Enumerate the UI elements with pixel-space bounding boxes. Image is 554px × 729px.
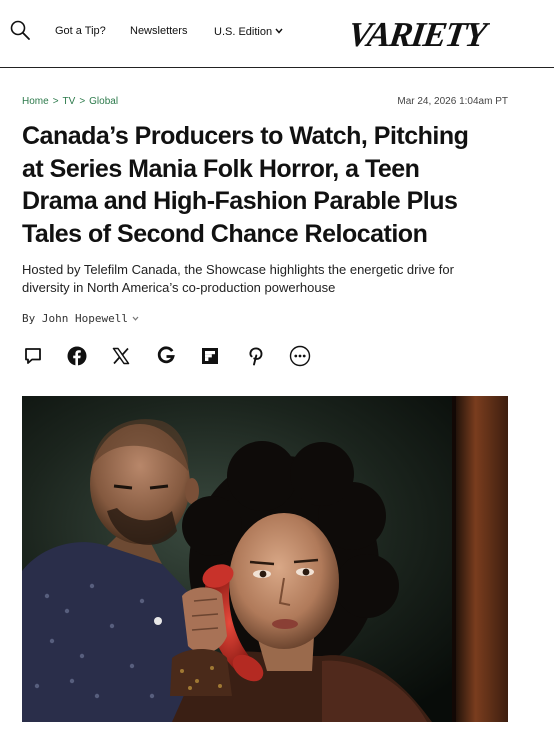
subhead-line: diversity in North America’s co-producti…	[22, 280, 336, 295]
google-icon[interactable]	[155, 345, 177, 367]
logo-text: VARIETY	[350, 15, 490, 54]
chevron-down-icon[interactable]	[132, 311, 139, 324]
facebook-icon[interactable]	[66, 345, 88, 367]
headline-line: Drama and High-Fashion Parable Plus	[22, 187, 458, 215]
hero-image	[22, 396, 508, 722]
more-icon[interactable]	[289, 345, 311, 367]
byline-prefix: By	[22, 312, 36, 325]
article-subhead: Hosted by Telefilm Canada, the Showcase …	[22, 261, 522, 297]
breadcrumb-home[interactable]: Home	[22, 96, 49, 107]
author-link[interactable]: John Hopewell	[42, 312, 128, 325]
byline: By John Hopewell	[22, 311, 139, 325]
headline-line: Tales of Second Chance Relocation	[22, 219, 428, 248]
headline-line: Canada’s Producers to Watch, Pitching	[22, 122, 469, 150]
publish-date: Mar 24, 2026 1:04am PT	[397, 96, 508, 107]
newsletters-link[interactable]: Newsletters	[130, 25, 187, 37]
got-a-tip-link[interactable]: Got a Tip?	[55, 25, 106, 37]
breadcrumb: Home > TV > Global	[22, 96, 118, 107]
subhead-line: Hosted by Telefilm Canada, the Showcase …	[22, 262, 454, 277]
edition-selector[interactable]: U.S. Edition	[214, 25, 283, 38]
comment-icon[interactable]	[22, 345, 44, 367]
chevron-down-icon	[275, 25, 283, 37]
flipboard-icon[interactable]	[199, 345, 221, 367]
breadcrumb-separator: >	[52, 96, 59, 107]
breadcrumb-global[interactable]: Global	[89, 96, 118, 107]
breadcrumb-tv[interactable]: TV	[63, 96, 76, 107]
pinterest-icon[interactable]	[245, 345, 267, 367]
variety-logo[interactable]: VARIETY	[346, 10, 493, 54]
search-icon[interactable]	[9, 19, 31, 41]
x-icon[interactable]	[110, 345, 132, 367]
edition-label: U.S. Edition	[214, 26, 273, 38]
site-header: Got a Tip? Newsletters U.S. Edition VARI…	[0, 0, 554, 68]
breadcrumb-separator: >	[79, 96, 86, 107]
headline-line: at Series Mania Folk Horror, a Teen	[22, 154, 420, 183]
article-headline: Canada’s Producers to Watch, Pitching at…	[22, 120, 522, 250]
